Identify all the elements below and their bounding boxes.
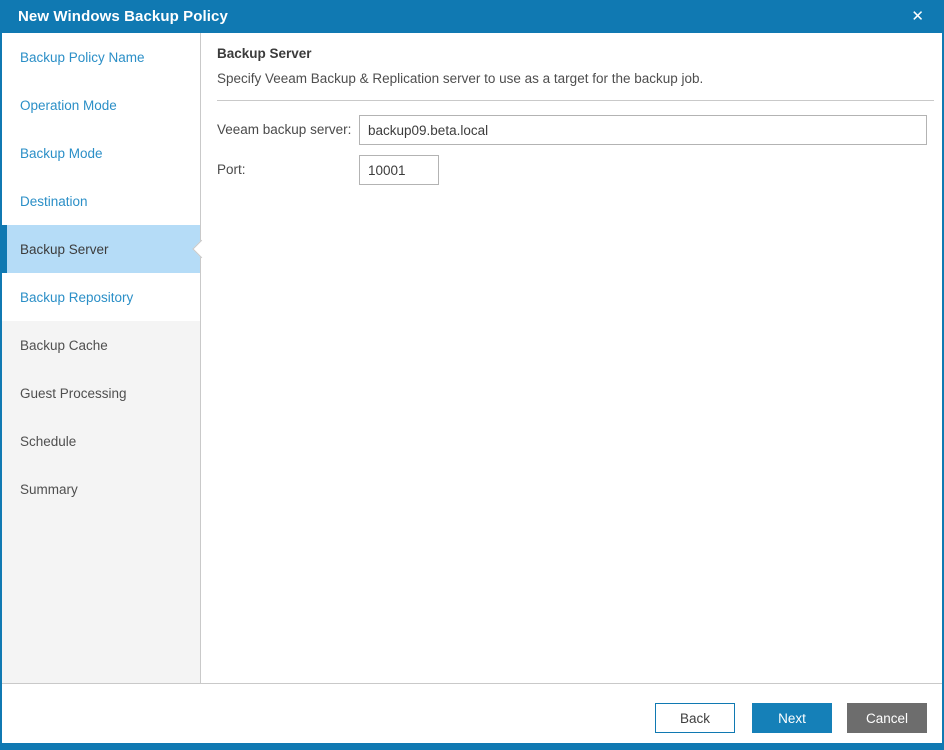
- step-description: Specify Veeam Backup & Replication serve…: [217, 71, 704, 86]
- step-heading: Backup Server: [217, 46, 312, 61]
- port-field-label: Port:: [217, 162, 246, 177]
- server-field-label: Veeam backup server:: [217, 122, 352, 137]
- step-content: Backup Server Specify Veeam Backup & Rep…: [201, 33, 942, 683]
- wizard-steps-sidebar: Backup Policy Name Operation Mode Backup…: [2, 33, 201, 683]
- sidebar-item-operation-mode[interactable]: Operation Mode: [2, 81, 200, 129]
- dialog-title: New Windows Backup Policy: [18, 8, 228, 25]
- port-field-row: Port:: [217, 155, 927, 185]
- bottom-accent-bar: [2, 743, 942, 750]
- sidebar-item-backup-cache[interactable]: Backup Cache: [2, 321, 200, 369]
- sidebar-item-summary[interactable]: Summary: [2, 465, 200, 513]
- back-button[interactable]: Back: [655, 703, 735, 733]
- sidebar-item-schedule[interactable]: Schedule: [2, 417, 200, 465]
- sidebar-item-backup-repository[interactable]: Backup Repository: [2, 273, 200, 321]
- sidebar-item-guest-processing[interactable]: Guest Processing: [2, 369, 200, 417]
- sidebar-item-destination[interactable]: Destination: [2, 177, 200, 225]
- server-field-row: Veeam backup server:: [217, 115, 927, 145]
- main-area: Backup Policy Name Operation Mode Backup…: [2, 33, 942, 683]
- close-icon[interactable]: ✕: [907, 7, 928, 26]
- backup-server-form: Veeam backup server: Port:: [217, 115, 927, 185]
- footer-buttons: Back Next Cancel: [2, 683, 942, 743]
- cancel-button[interactable]: Cancel: [847, 703, 927, 733]
- sidebar-item-backup-policy-name[interactable]: Backup Policy Name: [2, 33, 200, 81]
- wizard-dialog: New Windows Backup Policy ✕ Backup Polic…: [0, 0, 944, 750]
- header-divider: [217, 100, 934, 101]
- title-bar: New Windows Backup Policy ✕: [2, 0, 942, 33]
- sidebar-item-backup-mode[interactable]: Backup Mode: [2, 129, 200, 177]
- server-input[interactable]: [359, 115, 927, 145]
- sidebar-filler: [2, 513, 200, 683]
- next-button[interactable]: Next: [752, 703, 832, 733]
- sidebar-item-backup-server[interactable]: Backup Server: [2, 225, 200, 273]
- port-input[interactable]: [359, 155, 439, 185]
